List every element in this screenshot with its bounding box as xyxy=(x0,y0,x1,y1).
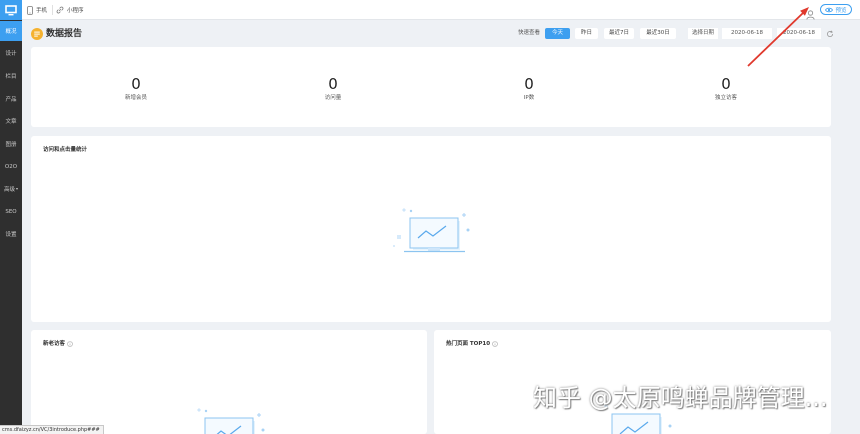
preview-label: 预览 xyxy=(835,7,847,14)
stat-unique-visitors: 0 独立访客 xyxy=(666,75,786,102)
stat-label: IP数 xyxy=(523,95,535,101)
sidebar-item-albums[interactable]: 图册 xyxy=(0,134,22,154)
quick-view-label: 快速查看 xyxy=(518,30,541,36)
sidebar-item-label: 栏目 xyxy=(5,74,17,80)
panel-title: 新老访客 xyxy=(43,340,73,348)
sidebar-item-label: 设计 xyxy=(5,51,17,57)
panel-title: 访问和点击量统计 xyxy=(43,146,87,154)
tab-mobile[interactable]: 手机 xyxy=(27,0,47,20)
traffic-panel: 访问和点击量统计 xyxy=(31,136,831,322)
sidebar-item-label: O2O xyxy=(4,164,18,170)
sidebar-item-design[interactable]: 设计 xyxy=(0,43,22,63)
stat-value: 0 xyxy=(524,75,534,93)
stat-label: 访问量 xyxy=(324,95,342,101)
visitors-panel: 新老访客 xyxy=(31,330,427,434)
start-date-input[interactable]: 2020-06-18 xyxy=(722,28,772,39)
stat-visits: 0 访问量 xyxy=(273,75,393,102)
panel-title-text: 访问和点击量统计 xyxy=(43,147,88,153)
user-icon xyxy=(806,10,815,20)
sidebar-item-articles[interactable]: 文章 xyxy=(0,111,22,131)
info-icon[interactable] xyxy=(67,341,73,347)
panel-title-text: 热门页面 TOP10 xyxy=(446,341,491,347)
empty-chart-icon xyxy=(197,408,265,434)
chevron-down-icon xyxy=(16,188,18,190)
status-bar-url: cms.dfaizyz.cn/VC/3introduce.php### xyxy=(0,425,104,434)
sidebar-item-settings[interactable]: 设置 xyxy=(0,224,22,244)
sidebar-item-o2o[interactable]: O2O xyxy=(0,157,22,177)
refresh-icon[interactable] xyxy=(826,30,834,38)
tab-divider xyxy=(52,5,53,15)
stat-value: 0 xyxy=(131,75,141,93)
sidebar-item-columns[interactable]: 栏目 xyxy=(0,66,22,86)
preview-button[interactable]: 预览 xyxy=(820,4,852,15)
top-bar: 手机 小程序 预览 xyxy=(22,0,860,20)
panel-title: 热门页面 TOP10 xyxy=(446,340,498,348)
tab-mini-program[interactable]: 小程序 xyxy=(56,0,84,20)
sidebar-item-advanced[interactable]: 高级 xyxy=(0,179,22,199)
sidebar-item-label: SEO xyxy=(5,209,17,215)
home-button[interactable] xyxy=(0,0,22,20)
top-pages-panel: 热门页面 TOP10 xyxy=(434,330,831,434)
page-title: 数据报告 xyxy=(46,29,83,39)
stats-card: 0 新增会员 0 访问量 0 IP数 0 独立访客 xyxy=(31,47,831,127)
sidebar-item-label: 高级 xyxy=(3,187,15,193)
stat-label: 新增会员 xyxy=(124,95,147,101)
range-30days-button[interactable]: 最近30日 xyxy=(640,28,676,39)
sidebar-item-label: 产品 xyxy=(5,97,17,103)
range-today-button[interactable]: 今天 xyxy=(545,28,570,39)
stat-value: 0 xyxy=(328,75,338,93)
end-date-input[interactable]: 2020-06-18 xyxy=(777,28,821,39)
sidebar-item-label: 设置 xyxy=(5,232,17,238)
sidebar-item-label: 图册 xyxy=(5,142,17,148)
link-icon xyxy=(56,6,64,14)
sidebar-item-seo[interactable]: SEO xyxy=(0,202,22,222)
stat-label: 独立访客 xyxy=(714,95,737,101)
phone-icon xyxy=(27,5,33,15)
tab-label: 手机 xyxy=(36,8,48,14)
report-icon xyxy=(31,28,43,40)
watermark: 知乎 @太原鸣蝉品牌管理... xyxy=(533,384,828,412)
empty-chart-icon xyxy=(393,208,470,253)
panel-title-text: 新老访客 xyxy=(43,341,66,347)
sidebar-item-label: 文章 xyxy=(5,119,17,125)
sidebar-item-overview[interactable]: 概况 xyxy=(0,21,22,41)
eye-icon xyxy=(825,7,834,12)
sidebar-item-label: 概况 xyxy=(5,29,17,35)
range-7days-button[interactable]: 最近7日 xyxy=(604,28,634,39)
stat-new-members: 0 新增会员 xyxy=(76,75,196,102)
tab-label: 小程序 xyxy=(67,8,84,14)
user-button[interactable] xyxy=(806,5,815,20)
date-range-label: 选择日期 xyxy=(688,28,718,39)
stat-value: 0 xyxy=(721,75,731,93)
sidebar: 概况 设计 栏目 产品 文章 图册 O2O 高级 SEO 设置 xyxy=(0,0,22,434)
range-yesterday-button[interactable]: 昨日 xyxy=(575,28,598,39)
sidebar-item-products[interactable]: 产品 xyxy=(0,89,22,109)
monitor-icon xyxy=(5,4,17,15)
stat-ip-count: 0 IP数 xyxy=(469,75,589,102)
info-icon[interactable] xyxy=(492,341,498,347)
